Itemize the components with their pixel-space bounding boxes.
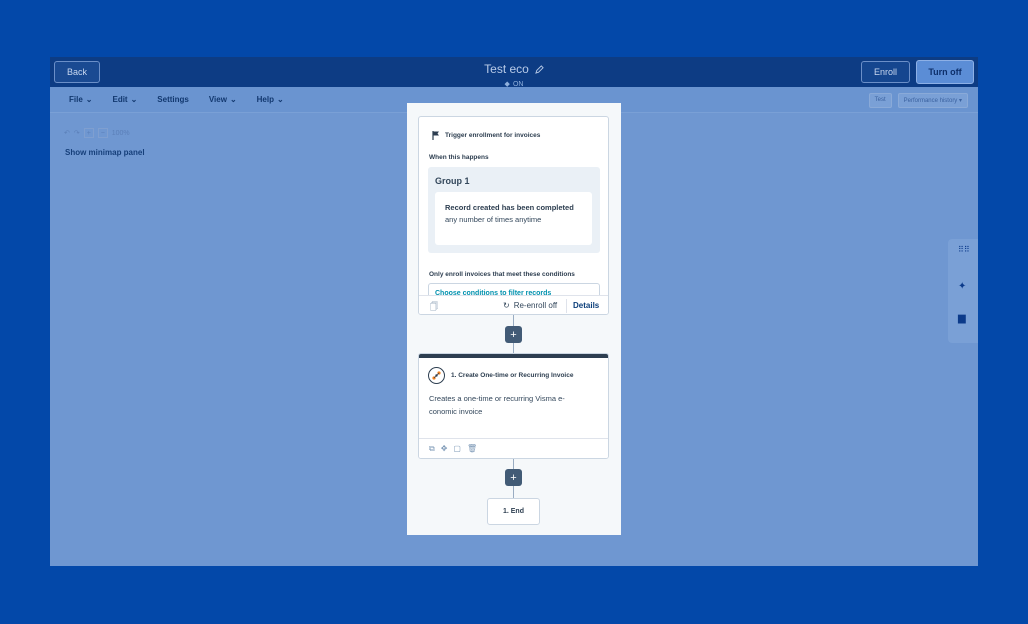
action-card[interactable]: 1. Create One-time or Recurring Invoice … [418, 353, 609, 459]
side-toolbar: ⠿⠿ ✦ ▆ [948, 239, 978, 343]
turn-off-button[interactable]: Turn off [916, 60, 974, 84]
chevron-down-icon: ⌄ [277, 95, 284, 104]
footer-divider [566, 299, 567, 313]
zoom-in-button[interactable]: + [83, 128, 94, 138]
add-action-button[interactable]: + [505, 326, 522, 343]
trash-icon[interactable]: 🗍 [430, 301, 438, 314]
only-enroll-label: Only enroll invoices that meet these con… [429, 271, 575, 278]
flag-icon [432, 131, 439, 140]
add-action-button[interactable]: + [505, 469, 522, 486]
performance-history-label: Performance history [903, 98, 958, 104]
top-bar: Back Test eco ◆ ON Enroll Turn off [50, 57, 978, 88]
copy-icon[interactable]: ⧉ [429, 444, 435, 454]
action-footer: ⧉ ✥ ▢ 🗑 [419, 438, 608, 458]
performance-history-button[interactable]: Performance history ▾ [897, 93, 968, 108]
menu-settings[interactable]: Settings [157, 95, 189, 104]
chevron-down-icon: ⌄ [85, 95, 93, 104]
rule-text: any number of times anytime [445, 215, 542, 224]
trash-icon[interactable]: 🗑 [467, 444, 477, 454]
menu-settings-label: Settings [157, 95, 189, 104]
menu-file-label: File [69, 95, 83, 104]
rule-bold-text: Record created has been completed [445, 203, 574, 212]
action-card-accent [419, 354, 608, 358]
move-icon[interactable]: ✥ [441, 444, 448, 454]
workflow-title[interactable]: Test eco [484, 62, 544, 76]
workflow-title-text: Test eco [484, 62, 529, 76]
filter-group[interactable]: Group 1 Record created has been complete… [428, 167, 600, 253]
refresh-icon: ↻ [503, 301, 510, 310]
menu-edit[interactable]: Edit ⌄ [112, 95, 137, 104]
visma-app-icon [428, 367, 445, 384]
group-title: Group 1 [435, 176, 470, 186]
caret-down-icon: ▾ [958, 98, 962, 104]
filter-rule[interactable]: Record created has been completed any nu… [435, 192, 592, 245]
sparkle-icon[interactable]: ✦ [958, 281, 966, 292]
menu-view-label: View [208, 95, 227, 104]
action-description: Creates a one-time or recurring Visma e-… [429, 394, 565, 416]
reenroll-toggle[interactable]: ↻ Re-enroll off [503, 301, 557, 310]
menu-view[interactable]: View ⌄ [209, 95, 237, 104]
action-title: 1. Create One-time or Recurring Invoice [451, 372, 574, 379]
menu-file[interactable]: File ⌄ [69, 95, 92, 104]
chat-icon[interactable]: ▆ [958, 313, 966, 324]
trigger-header: Trigger enrollment for invoices [432, 131, 540, 140]
clone-icon[interactable]: ▢ [453, 444, 461, 454]
end-node[interactable]: 1. End [487, 498, 540, 525]
enroll-button[interactable]: Enroll [861, 61, 910, 83]
menu-edit-label: Edit [112, 95, 128, 104]
menu-help-label: Help [256, 95, 274, 104]
zoom-out-button[interactable]: − [97, 128, 108, 138]
trigger-title: Trigger enrollment for invoices [445, 132, 541, 139]
when-label: When this happens [429, 154, 489, 161]
menu-right-actions: Test Performance history ▾ [868, 93, 968, 108]
trigger-card[interactable]: Trigger enrollment for invoices When thi… [418, 116, 609, 315]
title-area: Test eco ◆ ON [50, 60, 978, 88]
redo-icon[interactable]: ↷ [74, 129, 80, 137]
grid-dots-icon[interactable]: ⠿⠿ [958, 245, 970, 254]
pencil-icon[interactable] [535, 64, 544, 74]
show-minimap-link[interactable]: Show minimap panel [65, 148, 145, 157]
menu-list: File ⌄ Edit ⌄ Settings View ⌄ Help ⌄ [69, 95, 284, 104]
action-header: 1. Create One-time or Recurring Invoice [428, 367, 573, 384]
details-link[interactable]: Details [573, 301, 599, 310]
chevron-down-icon: ⌄ [130, 95, 138, 104]
workflow-canvas: Trigger enrollment for invoices When thi… [407, 103, 621, 535]
trigger-footer: 🗍 ↻ Re-enroll off Details [419, 295, 608, 314]
action-footer-icons: ⧉ ✥ ▢ 🗑 [429, 444, 477, 454]
chevron-down-icon: ⌄ [229, 95, 237, 104]
test-button[interactable]: Test [868, 93, 892, 108]
zoom-level: 100% [111, 129, 130, 137]
reenroll-label: Re-enroll off [513, 301, 558, 310]
zoom-controls: ↶ ↷ + − 100% [64, 128, 130, 138]
menu-help[interactable]: Help ⌄ [257, 95, 284, 104]
undo-icon[interactable]: ↶ [64, 129, 70, 137]
